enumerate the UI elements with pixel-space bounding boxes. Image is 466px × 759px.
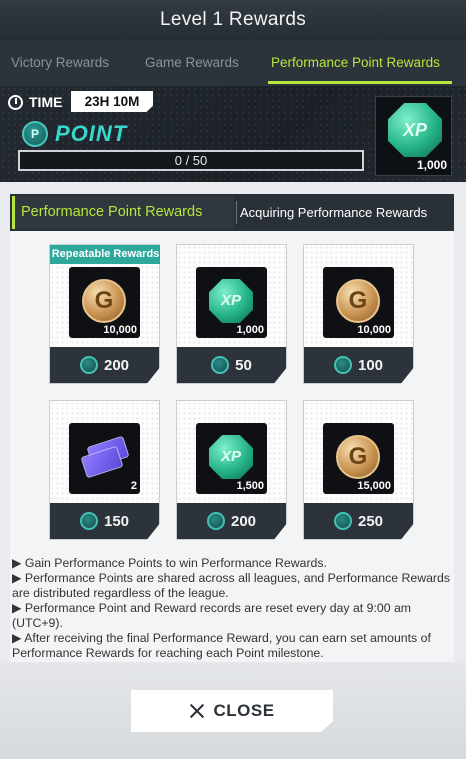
subtab-acquiring-performance-rewards[interactable]: Acquiring Performance Rewards [240, 196, 427, 229]
reward-card[interactable]: 2 150 [49, 400, 160, 540]
reward-card[interactable]: 1,500 200 [176, 400, 287, 540]
reward-item: 1,500 [196, 423, 267, 494]
subtab-bar: Performance Point Rewards Acquiring Perf… [10, 194, 454, 231]
reward-card[interactable]: Repeatable Rewards 10,000 200 [49, 244, 160, 384]
reward-cost: 200 [50, 347, 159, 383]
repeatable-rewards-badge: Repeatable Rewards [50, 245, 160, 264]
close-button[interactable]: CLOSE [131, 690, 333, 732]
subtab-divider [236, 201, 237, 224]
performance-point-icon [22, 121, 48, 147]
reward-notes: ▶ Gain Performance Points to win Perform… [12, 556, 454, 661]
point-progress-bar: 0 / 50 [18, 150, 364, 171]
reward-item: 2 [69, 423, 140, 494]
reward-item: 10,000 [323, 267, 394, 338]
note-line: ▶ After receiving the final Performance … [12, 631, 431, 660]
reward-cost-value: 150 [103, 512, 130, 530]
reward-cost: 200 [177, 503, 286, 539]
gold-coin-icon [82, 279, 126, 323]
gold-coin-icon [336, 435, 380, 479]
reward-cost-value: 200 [230, 512, 257, 530]
final-reward-amount: 1,000 [416, 158, 447, 172]
reward-amount: 2 [130, 480, 137, 492]
reward-amount: 1,000 [236, 324, 264, 336]
performance-point-icon [79, 356, 98, 374]
reward-cost: 50 [177, 347, 286, 383]
close-icon [189, 703, 205, 719]
note-line: ▶ Performance Points are shared across a… [12, 571, 451, 600]
timer-label: TIME [8, 92, 62, 112]
tab-victory-rewards[interactable]: Victory Rewards [11, 40, 109, 86]
reward-cost: 250 [304, 503, 413, 539]
reward-cost: 150 [50, 503, 159, 539]
performance-point-icon [79, 512, 98, 530]
gold-coin-icon [336, 279, 380, 323]
performance-point-icon [333, 356, 352, 374]
player-ticket-icon [80, 435, 130, 479]
performance-point-icon [206, 512, 225, 530]
reward-item: 1,000 [196, 267, 267, 338]
note-line: ▶ Gain Performance Points to win Perform… [12, 556, 327, 570]
reward-cost-value: 200 [103, 356, 130, 374]
reward-cost-value: 50 [235, 356, 252, 374]
xp-token-icon [209, 435, 253, 479]
final-reward-xp[interactable]: 1,000 [375, 96, 452, 176]
progress-text: 0 / 50 [174, 153, 208, 168]
point-title: POINT [22, 120, 127, 148]
reward-card[interactable]: 10,000 100 [303, 244, 414, 384]
tab-performance-point-rewards[interactable]: Performance Point Rewards [271, 40, 440, 86]
performance-point-icon [333, 512, 352, 530]
page-title: Level 1 Rewards [0, 0, 466, 40]
reward-amount: 10,000 [357, 324, 391, 336]
active-tab-underline [268, 81, 452, 84]
point-panel: TIME 23H 10M POINT 0 / 50 1,000 [0, 86, 466, 182]
reward-amount: 1,500 [236, 480, 264, 492]
reward-card[interactable]: 15,000 250 [303, 400, 414, 540]
performance-point-icon [211, 356, 230, 374]
tab-bar: Victory Rewards Game Rewards Performance… [0, 40, 466, 86]
note-line: ▶ Performance Point and Reward records a… [12, 601, 412, 630]
reward-cost: 100 [304, 347, 413, 383]
xp-token-icon [388, 103, 442, 157]
clock-icon [8, 94, 23, 110]
tab-game-rewards[interactable]: Game Rewards [145, 40, 239, 86]
xp-token-icon [209, 279, 253, 323]
timer-label-text: TIME [29, 94, 63, 110]
reward-cost-value: 100 [357, 356, 384, 374]
reward-amount: 10,000 [103, 324, 137, 336]
reward-amount: 15,000 [357, 480, 391, 492]
timer-value: 23H 10M [71, 91, 153, 112]
reward-card[interactable]: 1,000 50 [176, 244, 287, 384]
close-label: CLOSE [213, 701, 275, 720]
reward-item: 10,000 [69, 267, 140, 338]
point-label: POINT [55, 121, 128, 146]
subtab-performance-point-rewards[interactable]: Performance Point Rewards [12, 196, 234, 229]
reward-item: 15,000 [323, 423, 394, 494]
reward-cost-value: 250 [357, 512, 384, 530]
